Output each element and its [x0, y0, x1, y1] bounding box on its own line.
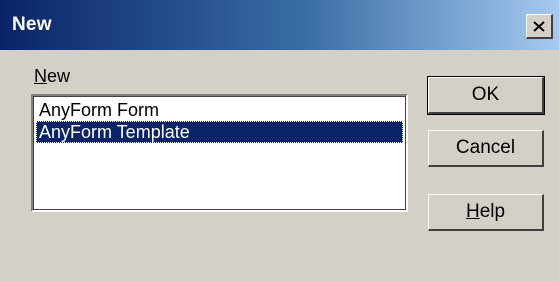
new-dialog: New New AnyForm Form AnyForm Template OK…	[0, 0, 559, 281]
help-label-text: elp	[479, 201, 506, 222]
dialog-title: New	[12, 14, 52, 35]
help-button[interactable]: Help	[428, 194, 544, 231]
list-label: New	[34, 66, 70, 87]
cancel-button[interactable]: Cancel	[428, 130, 544, 167]
template-listbox[interactable]: AnyForm Form AnyForm Template	[31, 94, 408, 212]
list-item-anyform-template[interactable]: AnyForm Template	[36, 121, 403, 143]
ok-button[interactable]: OK	[427, 76, 545, 115]
help-accelerator: H	[465, 201, 480, 222]
close-button[interactable]	[526, 14, 553, 39]
list-label-accelerator: N	[34, 66, 47, 86]
close-icon	[533, 20, 545, 32]
title-bar[interactable]: New	[0, 0, 559, 50]
list-label-text: ew	[47, 66, 71, 86]
list-item-anyform-form[interactable]: AnyForm Form	[36, 99, 403, 121]
